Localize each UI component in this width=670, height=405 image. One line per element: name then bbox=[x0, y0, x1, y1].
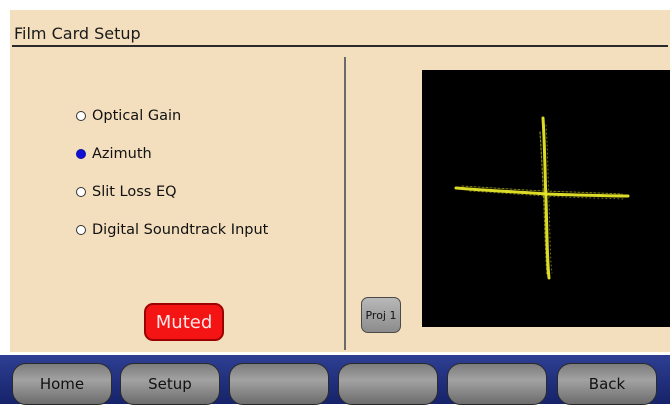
radio-slit-loss-eq[interactable] bbox=[76, 187, 86, 197]
radio-optical-gain[interactable] bbox=[76, 111, 86, 121]
option-label: Slit Loss EQ bbox=[92, 184, 177, 200]
back-button[interactable]: Back bbox=[557, 363, 657, 405]
page-title: Film Card Setup bbox=[14, 24, 141, 43]
option-azimuth[interactable]: Azimuth bbox=[76, 146, 152, 162]
radio-azimuth[interactable] bbox=[76, 149, 86, 159]
projector-1-button[interactable]: Proj 1 bbox=[361, 297, 401, 333]
setup-button[interactable]: Setup bbox=[120, 363, 220, 405]
title-divider bbox=[12, 45, 668, 47]
vertical-divider bbox=[344, 57, 346, 350]
option-slit-loss-eq[interactable]: Slit Loss EQ bbox=[76, 184, 177, 200]
option-label: Azimuth bbox=[92, 146, 152, 162]
azimuth-scope-display bbox=[422, 70, 670, 327]
blank-button-1[interactable] bbox=[229, 363, 329, 405]
film-card-setup-panel: Film Card Setup Optical Gain Azimuth Sli… bbox=[10, 10, 670, 352]
option-label: Optical Gain bbox=[92, 108, 182, 124]
bottom-nav-bar: Home Setup Back bbox=[0, 355, 670, 405]
home-button[interactable]: Home bbox=[12, 363, 112, 405]
option-label: Digital Soundtrack Input bbox=[92, 222, 269, 238]
option-digital-soundtrack-input[interactable]: Digital Soundtrack Input bbox=[76, 222, 268, 238]
radio-digital-soundtrack-input[interactable] bbox=[76, 225, 86, 235]
blank-button-2[interactable] bbox=[338, 363, 438, 405]
option-optical-gain[interactable]: Optical Gain bbox=[76, 108, 181, 124]
scope-trace bbox=[454, 116, 630, 280]
muted-status-badge[interactable]: Muted bbox=[144, 303, 224, 341]
blank-button-3[interactable] bbox=[447, 363, 547, 405]
